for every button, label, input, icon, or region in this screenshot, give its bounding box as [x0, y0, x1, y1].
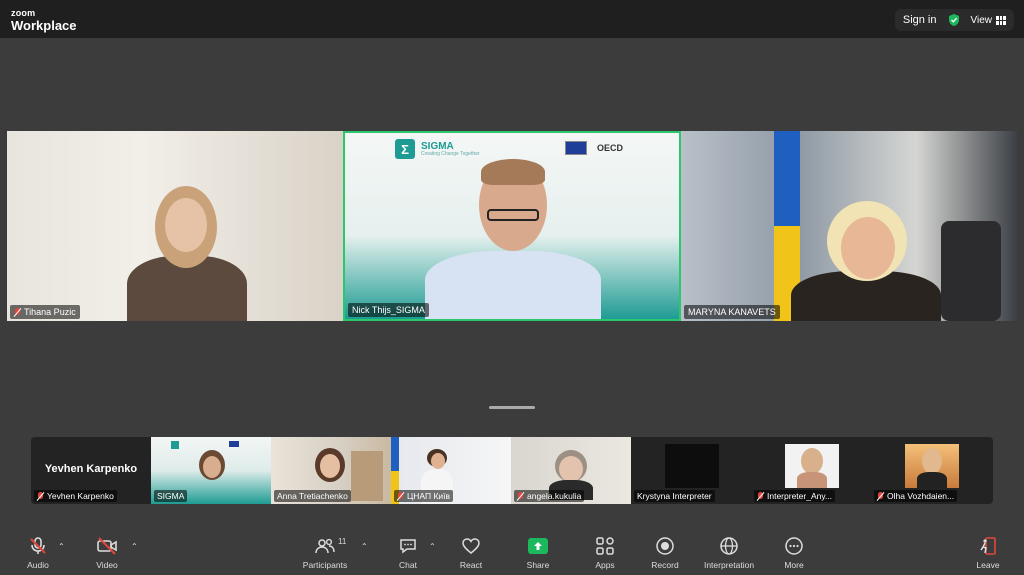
video-options-chevron-icon[interactable]: ⌃	[131, 542, 138, 551]
logo-zoom-text: zoom	[11, 8, 36, 18]
participant-name: Nick Thijs_SIGMA	[352, 305, 425, 315]
participants-count: 11	[338, 537, 347, 546]
participant-name-label: Anna Tretiachenko	[274, 490, 351, 502]
thumbnail-cnap-kyiv[interactable]: ЦНАП Київ	[391, 437, 511, 504]
video-tile-tihana[interactable]: Tihana Puzic	[7, 131, 343, 321]
more-button[interactable]: More	[764, 535, 824, 570]
participant-name-label: Nick Thijs_SIGMA	[348, 303, 429, 317]
muted-mic-icon	[397, 491, 404, 501]
chat-icon	[400, 539, 416, 554]
participant-name-label: angela.kukulia	[514, 490, 585, 502]
participant-video	[305, 444, 359, 484]
thumbnail-interpreter-any[interactable]: Interpreter_Any...	[751, 437, 871, 504]
logo-workplace-text: Workplace	[11, 18, 77, 33]
security-shield-icon[interactable]	[947, 13, 961, 27]
apps-icon	[596, 537, 614, 555]
video-button[interactable]: Video	[77, 535, 137, 570]
muted-mic-icon	[14, 307, 21, 317]
eu-flag-icon	[565, 141, 587, 155]
audio-options-chevron-icon[interactable]: ⌃	[58, 542, 65, 551]
record-icon	[656, 537, 674, 555]
zoom-workplace-logo: zoom Workplace	[11, 8, 77, 33]
participant-video	[185, 444, 239, 484]
sigma-logo: Σ SIGMA Creating Change Together	[395, 139, 480, 159]
participant-video	[785, 444, 839, 488]
heart-icon	[462, 538, 480, 554]
participant-video	[665, 444, 719, 488]
interpretation-button[interactable]: Interpretation	[699, 535, 759, 570]
grid-view-icon	[996, 15, 1006, 25]
react-label: React	[459, 560, 483, 570]
sigma-mark-icon: Σ	[395, 139, 415, 159]
ukraine-flag	[391, 437, 399, 471]
video-off-icon	[97, 537, 117, 555]
office-chair	[941, 221, 1001, 321]
participant-video	[905, 444, 959, 488]
share-button[interactable]: Share	[508, 535, 568, 570]
muted-mic-icon	[517, 491, 524, 501]
globe-icon	[720, 537, 738, 555]
participant-name: Tihana Puzic	[24, 307, 76, 317]
share-screen-icon	[528, 538, 548, 554]
participant-name-label: Interpreter_Any...	[754, 490, 836, 502]
sigma-mark-icon	[171, 441, 179, 449]
participant-name-label: Tihana Puzic	[10, 305, 80, 319]
share-label: Share	[526, 560, 550, 570]
view-button[interactable]: View	[970, 14, 1006, 26]
top-right-controls: Sign in View	[894, 9, 1014, 31]
sign-in-button[interactable]: Sign in	[903, 14, 937, 26]
thumbnail-yevhen[interactable]: Yevhen Karpenko Yevhen Karpenko	[31, 437, 151, 504]
more-dots-icon	[785, 537, 803, 555]
record-label: Record	[651, 560, 679, 570]
view-label: View	[970, 14, 993, 26]
thumbnail-sigma[interactable]: SIGMA	[151, 437, 271, 504]
participant-name-label: Olha Vozhdaien...	[874, 490, 958, 502]
muted-mic-icon	[37, 491, 44, 501]
audio-button[interactable]: Audio	[8, 535, 68, 570]
audio-label: Audio	[27, 560, 49, 570]
participants-label: Participants	[302, 560, 348, 570]
participant-name-label: Yevhen Karpenko	[34, 490, 117, 502]
participant-name-avatar: Yevhen Karpenko	[44, 463, 138, 475]
muted-mic-icon	[877, 491, 884, 501]
participant-video	[545, 444, 599, 500]
chat-label: Chat	[399, 560, 417, 570]
thumbnail-angela[interactable]: angela.kukulia	[511, 437, 631, 504]
participants-options-chevron-icon[interactable]: ⌃	[361, 542, 368, 551]
gallery-resize-handle[interactable]	[489, 406, 535, 409]
more-label: More	[784, 560, 804, 570]
meeting-toolbar: Audio ⌃ Video ⌃ Participants 11 ⌃ Chat ⌃	[0, 531, 1024, 575]
top-bar: zoom Workplace Sign in View	[0, 0, 1024, 38]
participant-thumbnail-strip: Yevhen Karpenko Yevhen Karpenko SIGMA An…	[31, 437, 993, 504]
participant-name-label: MARYNA KANAVETS	[684, 305, 780, 319]
apps-label: Apps	[595, 560, 615, 570]
interpretation-label: Interpretation	[703, 560, 755, 570]
oecd-logo: OECD	[597, 143, 624, 153]
participant-name-label: Krystyna Interpreter	[634, 490, 715, 502]
leave-door-icon	[980, 537, 996, 555]
muted-microphone-icon	[30, 537, 46, 554]
participant-name-label: ЦНАП Київ	[394, 490, 454, 502]
participant-name: MARYNA KANAVETS	[688, 307, 776, 317]
chat-options-chevron-icon[interactable]: ⌃	[429, 542, 436, 551]
video-tile-nick-active-speaker[interactable]: Σ SIGMA Creating Change Together OECD Ni…	[343, 131, 681, 321]
sigma-tagline: Creating Change Together	[421, 150, 480, 157]
thumbnail-krystyna[interactable]: Krystyna Interpreter	[631, 437, 751, 504]
participants-icon	[315, 538, 335, 554]
muted-mic-icon	[757, 491, 764, 501]
leave-label: Leave	[976, 560, 1000, 570]
participant-name-label: SIGMA	[154, 490, 188, 502]
thumbnail-olha[interactable]: Olha Vozhdaien...	[871, 437, 991, 504]
video-label: Video	[96, 560, 118, 570]
leave-button[interactable]: Leave	[958, 535, 1018, 570]
thumbnail-anna[interactable]: Anna Tretiachenko	[271, 437, 391, 504]
apps-button[interactable]: Apps	[575, 535, 635, 570]
react-button[interactable]: React	[441, 535, 501, 570]
video-tile-maryna[interactable]: MARYNA KANAVETS	[681, 131, 1017, 321]
record-button[interactable]: Record	[635, 535, 695, 570]
chat-button[interactable]: Chat	[378, 535, 438, 570]
